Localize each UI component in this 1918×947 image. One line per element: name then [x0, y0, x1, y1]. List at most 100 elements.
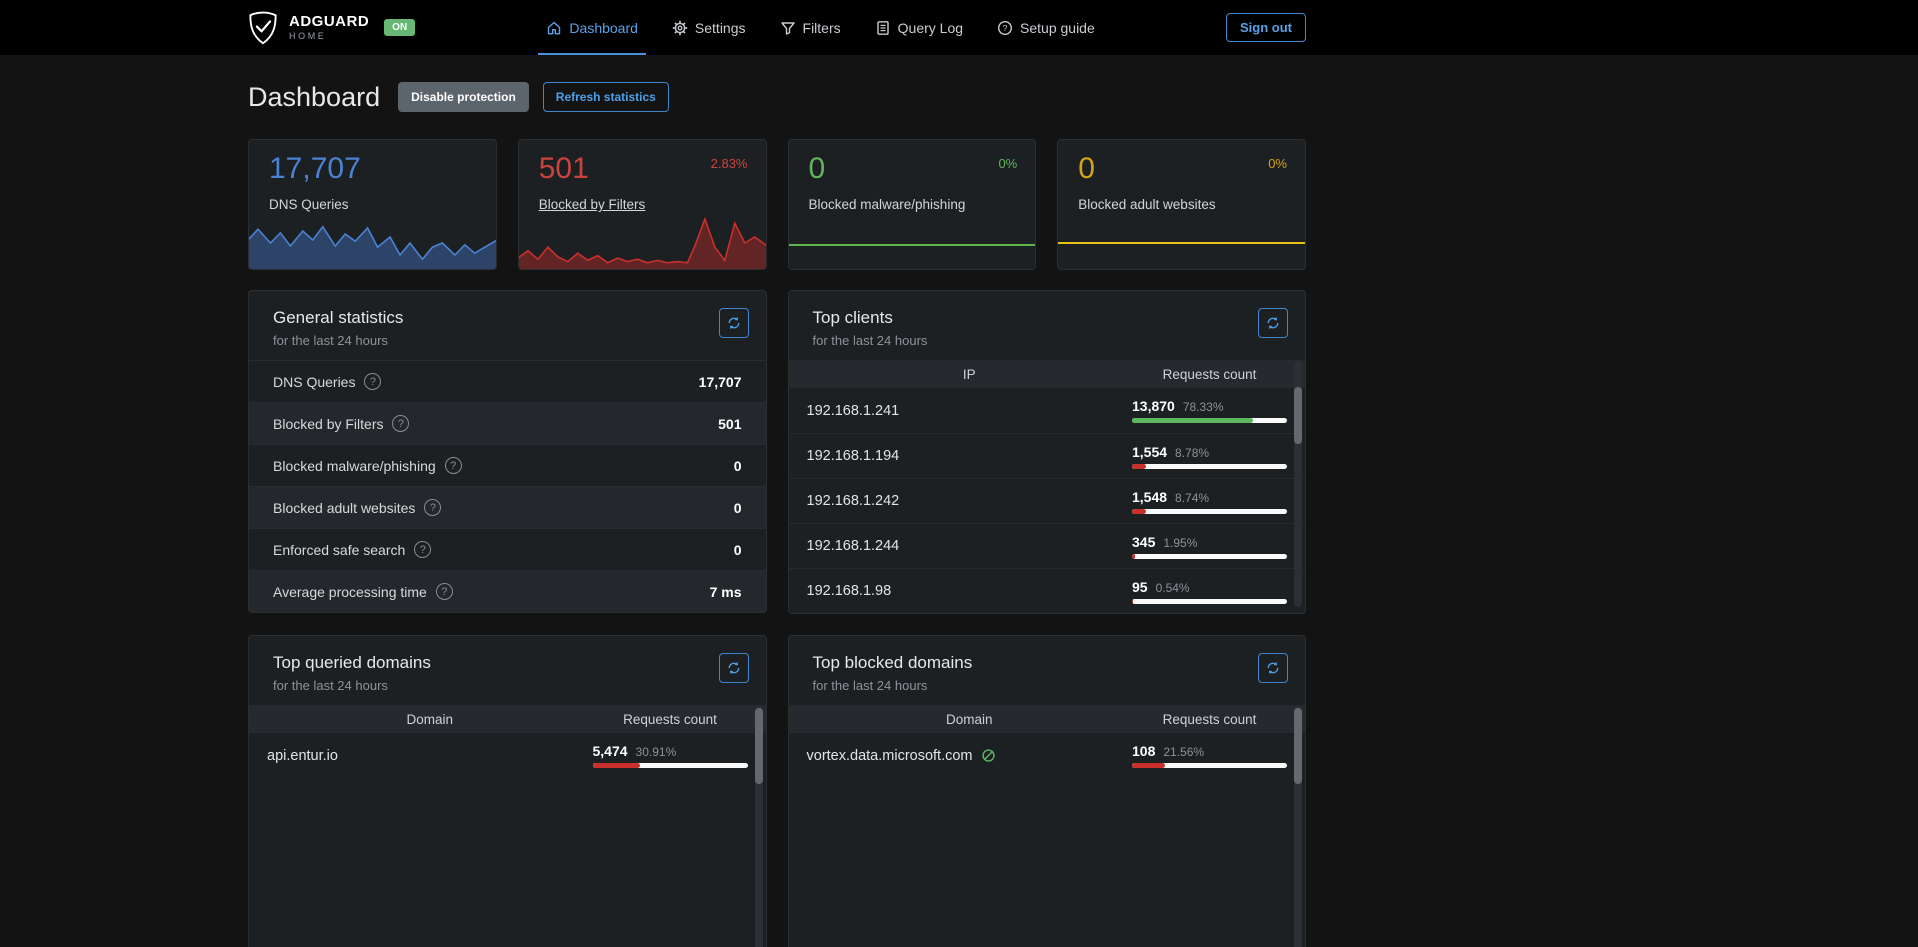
request-count: 1,554	[1132, 444, 1167, 460]
stat-label: Blocked malware/phishing	[809, 197, 966, 212]
request-count: 108	[1132, 743, 1155, 759]
progress-bar-fill	[1132, 554, 1135, 559]
progress-bar-fill	[1132, 418, 1253, 423]
nav-item-dashboard[interactable]: Dashboard	[546, 0, 638, 55]
help-icon[interactable]: ?	[364, 373, 381, 390]
question-circle-icon: ?	[997, 20, 1013, 36]
client-ip[interactable]: 192.168.1.242	[807, 493, 1133, 509]
sign-out-button[interactable]: Sign out	[1226, 13, 1306, 42]
progress-bar-fill	[1132, 464, 1146, 469]
nav-item-query-log[interactable]: Query Log	[875, 0, 963, 55]
progress-bar	[593, 763, 748, 768]
scrollbar-thumb[interactable]	[755, 708, 763, 784]
request-percent: 78.33%	[1183, 400, 1224, 414]
progress-bar	[1132, 418, 1287, 423]
stat-percent: 0%	[998, 156, 1017, 171]
row-value: 0	[734, 458, 742, 474]
top-queried-table: api.entur.io 5,474 30.91%	[249, 733, 766, 778]
request-percent: 8.74%	[1175, 491, 1209, 505]
nav-item-filters[interactable]: Filters	[780, 0, 841, 55]
request-percent: 8.78%	[1175, 446, 1209, 460]
nav-item-settings[interactable]: Settings	[672, 0, 746, 55]
card-title: Top blocked domains	[813, 653, 1282, 673]
nav-item-setup-guide[interactable]: ? Setup guide	[997, 0, 1095, 55]
blocked-domain-text: vortex.data.microsoft.com	[807, 748, 973, 764]
client-ip[interactable]: 192.168.1.98	[807, 583, 1133, 599]
help-icon[interactable]: ?	[445, 457, 462, 474]
help-icon[interactable]: ?	[392, 415, 409, 432]
stats-row: DNS Queries ? 17,707	[249, 360, 766, 402]
client-ip[interactable]: 192.168.1.194	[807, 448, 1133, 464]
client-ip[interactable]: 192.168.1.244	[807, 538, 1133, 554]
help-icon[interactable]: ?	[414, 541, 431, 558]
stat-percent: 0%	[1268, 156, 1287, 171]
card-title: Top clients	[813, 308, 1282, 328]
top-clients-table: 192.168.1.241 13,870 78.33% 192	[789, 388, 1306, 613]
flat-sparkline-chart	[789, 244, 1036, 246]
progress-bar-fill	[1132, 763, 1165, 768]
row-label: Blocked malware/phishing	[273, 458, 436, 474]
stats-row: Blocked malware/phishing ? 0	[249, 444, 766, 486]
row-label: Blocked by Filters	[273, 416, 383, 432]
stat-cards: 17,707 DNS Queries 501 Blocked by Filter…	[248, 139, 1306, 270]
bottom-row: Top queried domains for the last 24 hour…	[248, 635, 1306, 947]
scrollbar-track[interactable]	[755, 706, 763, 947]
flat-sparkline-chart	[1058, 242, 1305, 244]
stat-card-blocked-adult: 0 Blocked adult websites 0%	[1057, 139, 1306, 270]
scrollbar-track[interactable]	[1294, 706, 1302, 947]
disable-protection-button[interactable]: Disable protection	[398, 82, 529, 112]
row-label: Enforced safe search	[273, 542, 405, 558]
top-clients-card: Top clients for the last 24 hours IP Req…	[788, 290, 1307, 614]
table-row: 192.168.1.242 1,548 8.74%	[789, 478, 1306, 523]
refresh-button[interactable]	[1258, 653, 1288, 683]
general-statistics-card: General statistics for the last 24 hours	[248, 290, 767, 613]
nav-label: Dashboard	[569, 20, 638, 36]
queried-domain[interactable]: api.entur.io	[267, 748, 593, 764]
stats-row: Blocked adult websites ? 0	[249, 486, 766, 528]
table-header: Domain Requests count	[249, 705, 766, 733]
refresh-statistics-button[interactable]: Refresh statistics	[543, 82, 669, 112]
request-count: 13,870	[1132, 398, 1175, 414]
funnel-icon	[780, 20, 796, 36]
card-subtitle: for the last 24 hours	[273, 678, 742, 693]
row-value: 0	[734, 542, 742, 558]
refresh-button[interactable]	[719, 653, 749, 683]
scrollbar-thumb[interactable]	[1294, 708, 1302, 784]
brand[interactable]: ADGUARD HOME ON	[248, 11, 415, 45]
column-header-domain: Domain	[267, 712, 593, 727]
scrollbar-thumb[interactable]	[1294, 387, 1302, 444]
row-value: 501	[718, 416, 741, 432]
stat-value: 0	[1078, 152, 1095, 186]
request-percent: 0.54%	[1156, 581, 1190, 595]
top-navbar: ADGUARD HOME ON Dashboard	[0, 0, 1918, 55]
card-subtitle: for the last 24 hours	[813, 333, 1282, 348]
scrollbar-track[interactable]	[1294, 361, 1302, 607]
blocked-domain[interactable]: vortex.data.microsoft.com	[807, 748, 1133, 764]
column-header-ip: IP	[807, 367, 1133, 382]
brand-name: ADGUARD	[289, 14, 369, 29]
protection-status-badge: ON	[384, 19, 415, 36]
nav-label: Filters	[803, 20, 841, 36]
refresh-icon	[727, 661, 741, 675]
general-statistics-rows: DNS Queries ? 17,707 Blocked by Filters …	[249, 360, 766, 612]
stat-percent: 2.83%	[711, 156, 748, 171]
refresh-button[interactable]	[719, 308, 749, 338]
stat-card-blocked-by-filters: 501 Blocked by Filters 2.83%	[518, 139, 767, 270]
stat-label: Blocked adult websites	[1078, 197, 1215, 212]
request-percent: 30.91%	[636, 745, 677, 759]
help-icon[interactable]: ?	[436, 583, 453, 600]
request-count: 5,474	[593, 743, 628, 759]
stat-card-blocked-malware: 0 Blocked malware/phishing 0%	[788, 139, 1037, 270]
help-icon[interactable]: ?	[424, 499, 441, 516]
client-ip[interactable]: 192.168.1.241	[807, 403, 1133, 419]
top-blocked-table: vortex.data.microsoft.com 108 21.56%	[789, 733, 1306, 778]
row-label: Average processing time	[273, 584, 427, 600]
refresh-button[interactable]	[1258, 308, 1288, 338]
blocked-domain-icon[interactable]	[981, 748, 996, 763]
refresh-icon	[727, 316, 741, 330]
blocked-by-filters-sparkline-chart	[518, 210, 767, 270]
column-header-domain: Domain	[807, 712, 1133, 727]
table-row: 192.168.1.244 345 1.95%	[789, 523, 1306, 568]
progress-bar	[1132, 554, 1287, 559]
progress-bar	[1132, 599, 1287, 604]
